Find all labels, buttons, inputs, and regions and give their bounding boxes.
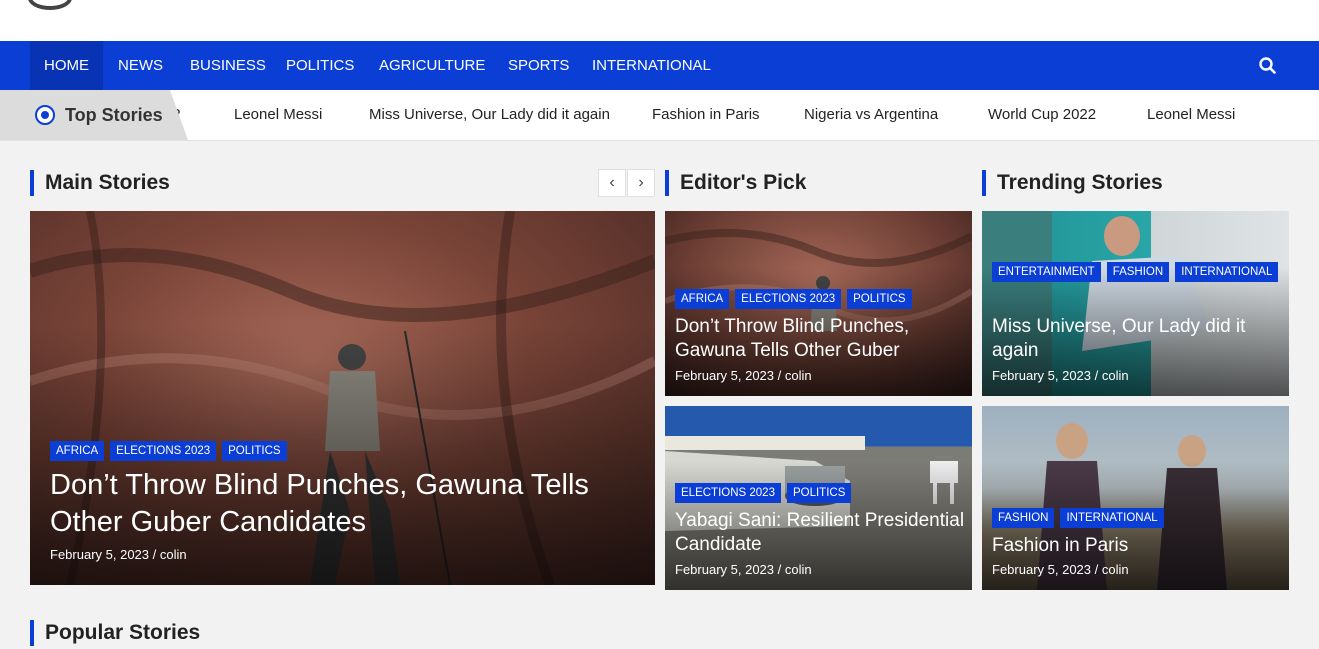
top-stories-ticker: ? Top Stories Leonel Messi Miss Universe… xyxy=(0,90,1319,141)
ticker-label-box: Top Stories xyxy=(0,90,188,140)
nav-sports[interactable]: SPORTS xyxy=(494,41,583,90)
editors-pick-card[interactable]: AFRICA ELECTIONS 2023 POLITICS Don’t Thr… xyxy=(665,211,972,396)
tag-international[interactable]: INTERNATIONAL xyxy=(1175,262,1279,282)
tag-fashion[interactable]: FASHION xyxy=(992,508,1055,528)
section-title-popular: Popular Stories xyxy=(30,620,200,646)
section-title-trending: Trending Stories xyxy=(982,170,1163,196)
main-story-card[interactable]: AFRICA ELECTIONS 2023 POLITICS Don’t Thr… xyxy=(30,211,655,585)
main-story-title[interactable]: Don’t Throw Blind Punches, Gawuna Tells … xyxy=(50,467,620,541)
trending-meta: February 5, 2023 / colin xyxy=(992,368,1129,383)
tag-entertainment[interactable]: ENTERTAINMENT xyxy=(992,262,1101,282)
tag-international[interactable]: INTERNATIONAL xyxy=(1060,508,1164,528)
tag-politics[interactable]: POLITICS xyxy=(847,289,912,309)
ticker-item[interactable]: Leonel Messi xyxy=(1147,90,1235,140)
trending-meta: February 5, 2023 / colin xyxy=(992,562,1129,577)
nav-agriculture[interactable]: AGRICULTURE xyxy=(365,41,499,90)
radio-dot-icon xyxy=(35,105,55,125)
tag-list: FASHION INTERNATIONAL xyxy=(992,508,1170,534)
trending-card[interactable]: ENTERTAINMENT FASHION INTERNATIONAL Miss… xyxy=(982,211,1289,396)
ticker-item[interactable]: Leonel Messi xyxy=(234,90,322,140)
slider-prev-button[interactable]: ‹ xyxy=(598,169,626,197)
tag-politics[interactable]: POLITICS xyxy=(786,483,852,503)
slider-next-button[interactable]: › xyxy=(627,169,655,197)
editors-pick-title[interactable]: Yabagi Sani: Resilient Presidential Cand… xyxy=(675,509,965,557)
site-logo[interactable] xyxy=(28,0,72,10)
tag-fashion[interactable]: FASHION xyxy=(1106,262,1170,282)
nav-business[interactable]: BUSINESS xyxy=(176,41,280,90)
ticker-item[interactable]: World Cup 2022 xyxy=(988,90,1096,140)
tag-list: ENTERTAINMENT FASHION INTERNATIONAL xyxy=(992,262,1284,288)
trending-title[interactable]: Fashion in Paris xyxy=(992,534,1282,558)
editors-pick-meta: February 5, 2023 / colin xyxy=(675,562,812,577)
trending-card[interactable]: FASHION INTERNATIONAL Fashion in Paris F… xyxy=(982,406,1289,590)
ticker-item[interactable]: Fashion in Paris xyxy=(652,90,760,140)
tag-list: AFRICA ELECTIONS 2023 POLITICS xyxy=(675,289,918,315)
nav-politics[interactable]: POLITICS xyxy=(272,41,368,90)
tag-elections-2023[interactable]: ELECTIONS 2023 xyxy=(735,289,842,309)
tag-list: ELECTIONS 2023 POLITICS xyxy=(675,483,857,509)
tag-politics[interactable]: POLITICS xyxy=(222,441,287,461)
trending-title[interactable]: Miss Universe, Our Lady did it again xyxy=(992,315,1282,363)
main-story-meta: February 5, 2023 / colin xyxy=(50,547,187,562)
ticker-title: Top Stories xyxy=(65,105,163,125)
ticker-item[interactable]: Miss Universe, Our Lady did it again xyxy=(369,90,610,140)
nav-international[interactable]: INTERNATIONAL xyxy=(578,41,725,90)
nav-news[interactable]: NEWS xyxy=(104,41,177,90)
nav-home[interactable]: HOME xyxy=(30,41,103,90)
ticker-item[interactable]: Nigeria vs Argentina xyxy=(804,90,938,140)
tag-elections-2023[interactable]: ELECTIONS 2023 xyxy=(110,441,217,461)
section-title-main: Main Stories xyxy=(30,170,170,196)
search-icon[interactable] xyxy=(1257,55,1279,77)
editors-pick-title[interactable]: Don’t Throw Blind Punches, Gawuna Tells … xyxy=(675,315,965,363)
tag-africa[interactable]: AFRICA xyxy=(50,441,105,461)
site-header xyxy=(0,0,1319,41)
editors-pick-meta: February 5, 2023 / colin xyxy=(675,368,812,383)
section-title-editors-pick: Editor's Pick xyxy=(665,170,806,196)
main-nav: HOME NEWS BUSINESS POLITICS AGRICULTURE … xyxy=(0,41,1319,90)
tag-list: AFRICA ELECTIONS 2023 POLITICS xyxy=(50,441,293,467)
editors-pick-card[interactable]: ELECTIONS 2023 POLITICS Yabagi Sani: Res… xyxy=(665,406,972,590)
tag-elections-2023[interactable]: ELECTIONS 2023 xyxy=(675,483,781,503)
tag-africa[interactable]: AFRICA xyxy=(675,289,730,309)
